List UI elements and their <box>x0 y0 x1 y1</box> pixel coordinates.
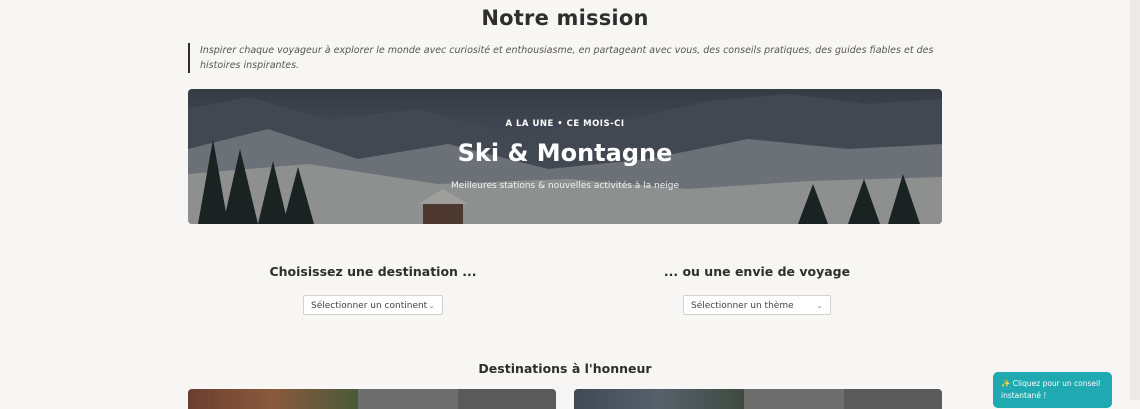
mission-title: Notre mission <box>481 6 649 30</box>
mission-quote: Inspirer chaque voyageur à explorer le m… <box>188 43 960 73</box>
destination-card-image <box>358 389 458 409</box>
destination-card-image <box>458 389 556 409</box>
destination-card-image <box>844 389 942 409</box>
instant-advice-chat-button[interactable]: ✨ Cliquez pour un conseil instantané ! <box>993 372 1112 408</box>
chevron-down-icon: ⌄ <box>816 301 823 310</box>
theme-select[interactable]: Sélectionner un thème ⌄ <box>683 295 831 315</box>
continent-select[interactable]: Sélectionner un continent ⌄ <box>303 295 443 315</box>
theme-filter-title: ... ou une envie de voyage <box>663 264 851 279</box>
hero-title[interactable]: Ski & Montagne <box>188 139 942 167</box>
page-scrollbar[interactable] <box>1130 0 1140 400</box>
destination-card[interactable] <box>574 389 942 409</box>
destination-card-image <box>744 389 844 409</box>
continent-select-value: Sélectionner un continent <box>311 301 428 311</box>
featured-hero-banner[interactable]: A LA UNE • CE MOIS-CI Ski & Montagne Mei… <box>188 89 942 224</box>
hero-kicker: A LA UNE • CE MOIS-CI <box>505 119 625 129</box>
chevron-down-icon: ⌄ <box>428 301 435 310</box>
destination-card[interactable] <box>188 389 556 409</box>
hero-subtitle: Meilleures stations & nouvelles activité… <box>450 181 680 191</box>
destination-filter-title: Choisissez une destination ... <box>269 264 477 279</box>
destination-card-image <box>574 389 744 409</box>
destination-card-image <box>188 389 358 409</box>
featured-destinations-title: Destinations à l'honneur <box>478 361 652 376</box>
theme-select-value: Sélectionner un thème <box>691 301 794 311</box>
